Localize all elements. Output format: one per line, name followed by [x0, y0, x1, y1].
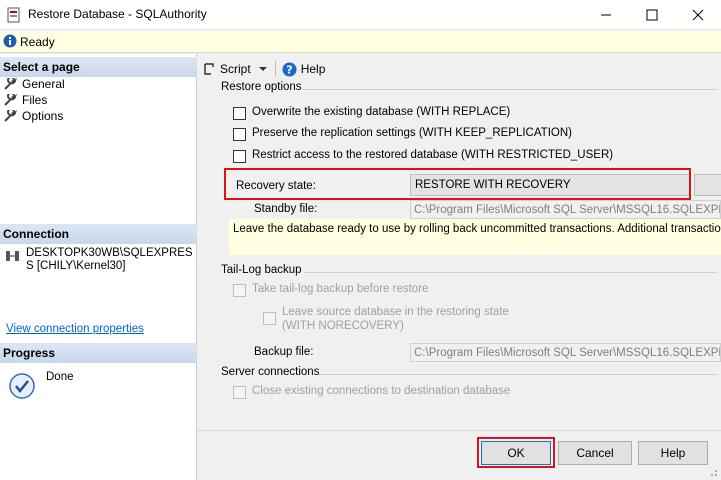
maximize-button[interactable]: [629, 0, 675, 30]
script-button[interactable]: Script: [202, 62, 269, 76]
bottom-separator: [198, 430, 721, 431]
progress-status: Done: [46, 371, 74, 383]
preserve-replication-label: Preserve the replication settings (WITH …: [252, 127, 572, 139]
preserve-replication-checkbox[interactable]: [233, 128, 246, 141]
page-item-label: Files: [22, 93, 48, 107]
overwrite-label: Overwrite the existing database (WITH RE…: [252, 106, 511, 118]
recovery-description: Leave the database ready to use by rolli…: [229, 219, 721, 255]
toolbar: Script ? Help: [202, 60, 325, 78]
page-item-options[interactable]: Options: [4, 108, 63, 124]
close-connections-label: Close existing connections to destinatio…: [252, 385, 511, 397]
standby-file-label: Standby file:: [254, 203, 318, 215]
close-icon: [692, 9, 704, 21]
page-item-files[interactable]: Files: [4, 92, 47, 108]
restrict-access-label: Restrict access to the restored database…: [252, 149, 614, 161]
close-button[interactable]: [675, 0, 721, 30]
standby-file-field[interactable]: C:\Program Files\Microsoft SQL Server\MS…: [410, 200, 721, 219]
server-connections-group-label: Server connections: [221, 366, 320, 378]
toolbar-separator: [274, 61, 276, 77]
restore-options-group-label: Restore options: [221, 81, 302, 93]
wrench-icon: [4, 94, 17, 106]
cancel-button[interactable]: Cancel: [558, 441, 632, 465]
close-connections-checkbox[interactable]: [233, 386, 246, 399]
take-tail-log-label: Take tail-log backup before restore: [252, 283, 429, 295]
help-icon: ?: [282, 62, 297, 76]
tail-log-group-label: Tail-Log backup: [221, 264, 302, 276]
connection-line-1: DESKTOPK30WB\SQLEXPRES: [26, 247, 193, 259]
status-bar: Ready: [0, 31, 721, 53]
minimize-button[interactable]: [583, 0, 629, 30]
group-divider: [302, 89, 717, 90]
view-connection-properties-link[interactable]: View connection properties: [6, 323, 144, 335]
server-connection-icon: [6, 251, 19, 261]
script-icon: [204, 63, 214, 75]
maximize-icon: [646, 9, 658, 21]
svg-text:?: ?: [286, 63, 292, 76]
wrench-icon: [4, 78, 17, 90]
select-page-header: Select a page: [0, 57, 197, 77]
restrict-access-checkbox[interactable]: [233, 150, 246, 163]
script-label: Script: [220, 62, 251, 76]
connection-info: DESKTOPK30WB\SQLEXPRES S [CHILY\Kernel30…: [26, 247, 193, 273]
left-pane: Select a page General Files Options Conn…: [0, 54, 197, 480]
title-bar: Restore Database - SQLAuthority: [0, 0, 721, 30]
help-label: Help: [300, 62, 326, 76]
leave-source-label: Leave source database in the restoring s…: [282, 305, 509, 333]
page-item-label: Options: [22, 109, 64, 123]
help-button[interactable]: Help: [638, 441, 708, 465]
overwrite-checkbox[interactable]: [233, 107, 246, 120]
sql-server-icon: [7, 7, 20, 23]
backup-file-field[interactable]: C:\Program Files\Microsoft SQL Server\MS…: [410, 343, 721, 362]
minimize-icon: [601, 14, 611, 16]
group-divider: [319, 374, 717, 375]
info-icon: [3, 34, 17, 48]
leave-source-line-2: (WITH NORECOVERY): [282, 320, 404, 332]
connection-header: Connection: [0, 224, 197, 244]
window-title: Restore Database - SQLAuthority: [28, 7, 207, 21]
recovery-state-highlight: [224, 168, 691, 200]
backup-file-label: Backup file:: [254, 346, 314, 358]
leave-source-checkbox[interactable]: [263, 312, 276, 325]
status-text: Ready: [20, 35, 55, 49]
done-check-icon: [9, 373, 35, 399]
page-item-general[interactable]: General: [4, 76, 65, 92]
wrench-icon: [4, 110, 17, 122]
chevron-down-icon: [258, 67, 267, 71]
group-divider: [304, 272, 717, 273]
leave-source-line-1: Leave source database in the restoring s…: [282, 306, 509, 318]
resize-grip-icon[interactable]: [706, 465, 718, 477]
page-item-label: General: [22, 77, 65, 91]
connection-line-2: S [CHILY\Kernel30]: [26, 260, 126, 272]
progress-header: Progress: [0, 343, 197, 363]
help-toolbar-button[interactable]: ? Help: [282, 62, 326, 77]
dropdown-arrow-area[interactable]: [694, 174, 721, 196]
take-tail-log-checkbox[interactable]: [233, 284, 246, 297]
ok-button[interactable]: OK: [481, 441, 551, 465]
